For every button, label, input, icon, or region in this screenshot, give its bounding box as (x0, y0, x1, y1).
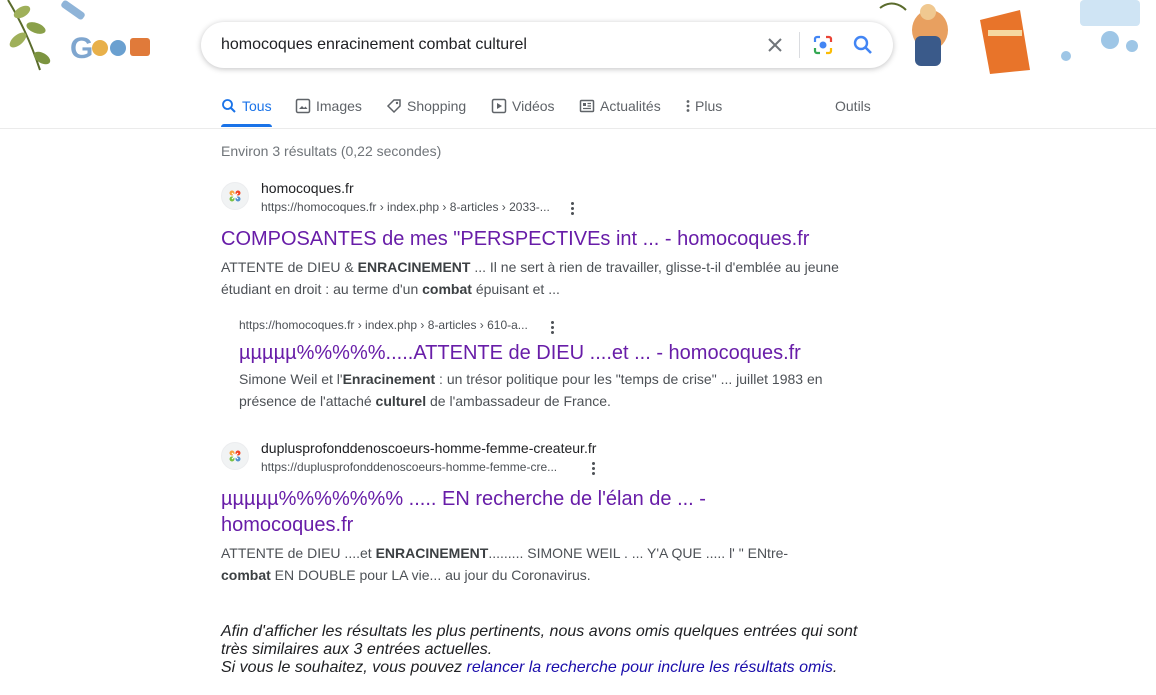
snippet-text: ATTENTE de DIEU ....et (221, 545, 376, 561)
search-result: homocoques.fr https://homocoques.fr › in… (221, 180, 861, 300)
tab-label: Actualités (600, 98, 661, 114)
omitted-text: Afin d'afficher les résultats les plus p… (221, 623, 858, 658)
search-icon (222, 99, 236, 113)
search-tabs: Tous Images Shopping Vidéos Actualités P… (0, 86, 1156, 129)
image-icon (295, 98, 311, 114)
tab-label: Outils (835, 98, 871, 114)
snippet-text: ......... SIMONE WEIL . ... Y'A QUE ....… (488, 545, 789, 561)
doodle-art-right (879, 0, 1140, 74)
search-icon[interactable] (851, 33, 875, 57)
more-options-icon[interactable] (585, 459, 601, 477)
result-source[interactable]: https://homocoques.fr › index.php › 8-ar… (239, 318, 859, 340)
tab-plus[interactable]: Plus (683, 86, 722, 126)
result-snippet: Simone Weil et l'Enracinement : un tréso… (239, 368, 859, 412)
tabs-divider (0, 128, 1156, 129)
omitted-end: . (832, 659, 838, 676)
result-title[interactable]: µµµµµ%%%%%.....ATTENTE de DIEU ....et ..… (239, 340, 859, 366)
include-omitted-link[interactable]: relancer la recherche pour inclure les r… (466, 659, 832, 676)
tab-images[interactable]: Images (295, 86, 362, 126)
search-result: duplusprofonddenoscoeurs-homme-femme-cre… (221, 440, 861, 586)
result-title[interactable]: µµµµµ%%%%%%% ..... EN recherche de l'éla… (221, 486, 741, 538)
camera-lens-icon[interactable] (811, 33, 835, 57)
result-snippet: ATTENTE de DIEU ....et ENRACINEMENT.....… (221, 542, 801, 586)
snippet-text: épuisant et ... (471, 281, 560, 297)
snippet-text: EN DOUBLE pour LA vie... au jour du Coro… (270, 567, 591, 583)
search-box (201, 22, 893, 68)
highlighted-term: combat (221, 567, 271, 583)
highlighted-term: ENRACINEMENT (375, 545, 489, 561)
snippet-text: ATTENTE de DIEU & (221, 259, 358, 275)
highlighted-term: combat (422, 281, 472, 297)
search-input[interactable] (221, 22, 741, 68)
more-vert-icon (686, 100, 690, 112)
tab-label: Vidéos (512, 98, 555, 114)
omitted-prefix: Si vous le souhaitez, vous pouvez (221, 659, 467, 676)
svg-text:G: G (70, 32, 93, 65)
more-options-icon[interactable] (564, 199, 580, 217)
favicon-joomla-icon (221, 182, 249, 210)
omitted-results-notice: Afin d'afficher les résultats les plus p… (221, 623, 881, 677)
site-url: https://homocoques.fr › index.php › 8-ar… (239, 318, 528, 332)
omitted-retry-line: Si vous le souhaitez, vous pouvez relanc… (221, 659, 881, 677)
favicon-joomla-icon (221, 442, 249, 470)
result-snippet: ATTENTE de DIEU & ENRACINEMENT ... Il ne… (221, 256, 861, 300)
tab-label: Tous (242, 98, 272, 114)
site-name: homocoques.fr (261, 180, 354, 196)
result-source[interactable]: duplusprofonddenoscoeurs-homme-femme-cre… (221, 440, 861, 477)
clear-icon[interactable] (763, 33, 787, 57)
news-icon (579, 99, 595, 113)
result-stats: Environ 3 résultats (0,22 secondes) (221, 143, 442, 159)
tab-label: Plus (695, 98, 723, 114)
tab-actualites[interactable]: Actualités (579, 86, 661, 126)
tab-label: Images (316, 98, 362, 114)
site-url: https://homocoques.fr › index.php › 8-ar… (261, 200, 550, 214)
tools-button[interactable]: Outils (835, 86, 871, 126)
more-options-icon[interactable] (544, 318, 560, 336)
search-divider (799, 32, 800, 58)
search-subresult: https://homocoques.fr › index.php › 8-ar… (239, 318, 859, 412)
site-name: duplusprofonddenoscoeurs-homme-femme-cre… (261, 440, 597, 456)
tab-label: Shopping (407, 98, 467, 114)
snippet-text: de l'ambassadeur de France. (426, 393, 611, 409)
doodle-logo-left[interactable]: G (0, 0, 160, 78)
highlighted-term: Enracinement (342, 371, 436, 387)
highlighted-term: culturel (375, 393, 427, 409)
highlighted-term: ENRACINEMENT (357, 259, 471, 275)
tab-tous[interactable]: Tous (221, 86, 272, 127)
result-title[interactable]: COMPOSANTES de mes "PERSPECTIVEs int ...… (221, 226, 861, 252)
tag-icon (386, 99, 401, 114)
site-url: https://duplusprofonddenoscoeurs-homme-f… (261, 460, 558, 474)
tab-videos[interactable]: Vidéos (491, 86, 555, 126)
result-source[interactable]: homocoques.fr https://homocoques.fr › in… (221, 180, 861, 217)
snippet-text: Simone Weil et l' (239, 371, 343, 387)
tab-shopping[interactable]: Shopping (386, 86, 466, 126)
play-icon (491, 98, 507, 114)
